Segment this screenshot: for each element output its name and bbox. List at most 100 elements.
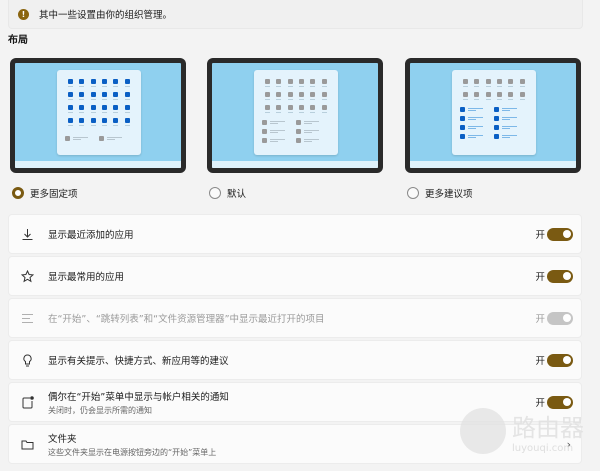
pin-tile (460, 92, 471, 100)
pin-tile (88, 79, 99, 87)
pin-tile (122, 92, 133, 100)
setting-label: 偶尔在“开始”菜单中显示与帐户相关的通知 (48, 391, 229, 403)
pin-tile (505, 79, 516, 87)
toggle-state: 开 (535, 356, 545, 367)
pin-tile (110, 118, 121, 126)
pin-tile (99, 118, 110, 126)
pin-tile (110, 105, 121, 113)
layout-preview-2[interactable] (207, 58, 383, 173)
chevron-right-icon: › (566, 437, 571, 451)
start-menu-preview (452, 70, 536, 155)
recently-added-toggle[interactable] (547, 227, 573, 241)
pin-tile (273, 92, 284, 100)
recommended-item (494, 134, 528, 139)
pin-tile (76, 105, 87, 113)
layout-label: 更多建议项 (425, 189, 473, 200)
recommended-item (296, 120, 330, 125)
folders-label: 文件夹 (48, 433, 77, 445)
radio-circle[interactable] (407, 187, 419, 199)
pin-tile (296, 92, 307, 100)
most-used-toggle[interactable] (547, 269, 573, 283)
preview-screen (410, 63, 576, 168)
pin-tile (505, 92, 516, 100)
setting-label: 显示最常用的应用 (48, 272, 125, 283)
info-icon: ! (18, 8, 29, 20)
list-icon (20, 311, 34, 325)
pin-tile (65, 79, 76, 87)
pin-tile (285, 92, 296, 100)
pin-tile (110, 92, 121, 100)
recommended-item (460, 134, 494, 139)
recommended-item (296, 129, 330, 134)
start-menu-preview (57, 70, 141, 155)
layout-radio-2[interactable]: 默认 (209, 186, 246, 200)
folders-link[interactable]: 文件夹这些文件夹显示在电源按钮旁边的“开始”菜单上 › (8, 424, 582, 464)
pin-tile (319, 105, 330, 113)
folders-sublabel: 这些文件夹显示在电源按钮旁边的“开始”菜单上 (48, 447, 217, 457)
layout-radio-1[interactable]: 更多固定项 (12, 186, 78, 200)
pin-tile (319, 92, 330, 100)
pin-tile (122, 105, 133, 113)
setting-account-notifications: 偶尔在“开始”菜单中显示与帐户相关的通知 关闭时，仍会显示所需的通知 开 (8, 382, 582, 422)
pin-tile (319, 79, 330, 87)
recommended-item (296, 138, 330, 143)
pin-tile (88, 105, 99, 113)
setting-label: 在“开始”、“跳转列表”和“文件资源管理器”中显示最近打开的项目 (48, 314, 325, 325)
tips-toggle[interactable] (547, 353, 573, 367)
toggle-state: 开 (535, 272, 545, 283)
recommended-item (460, 125, 494, 130)
setting-sublabel: 关闭时，仍会显示所需的通知 (48, 405, 152, 415)
recommended-item (99, 136, 133, 141)
layout-preview-1[interactable] (10, 58, 186, 173)
pin-tile (99, 79, 110, 87)
pin-tile (494, 92, 505, 100)
pin-tile (76, 79, 87, 87)
layout-preview-3[interactable] (405, 58, 581, 173)
toggle-state: 开 (535, 230, 545, 241)
pin-tile (517, 92, 528, 100)
star-icon (20, 269, 34, 283)
pin-tile (88, 118, 99, 126)
pin-tile (99, 92, 110, 100)
setting-tips: 显示有关提示、快捷方式、新应用等的建议 开 (8, 340, 582, 380)
setting-label: 显示最近添加的应用 (48, 230, 134, 241)
pin-tile (307, 92, 318, 100)
recommended-item (262, 120, 296, 125)
recommended-item (460, 107, 494, 112)
notification-icon (20, 395, 34, 409)
pin-tile (273, 105, 284, 113)
pin-tile (483, 92, 494, 100)
pin-tile (122, 79, 133, 87)
managed-by-org-banner: ! 其中一些设置由你的组织管理。 (8, 0, 583, 29)
start-menu-preview (254, 70, 338, 155)
preview-screen (212, 63, 378, 168)
account-notifications-toggle[interactable] (547, 395, 573, 409)
pin-tile (76, 118, 87, 126)
pin-tile (88, 92, 99, 100)
pin-tile (262, 105, 273, 113)
recommended-item (262, 129, 296, 134)
pin-tile (296, 79, 307, 87)
layout-label: 更多固定项 (30, 189, 78, 200)
radio-circle[interactable] (12, 187, 24, 199)
recommended-item (494, 107, 528, 112)
pin-tile (471, 79, 482, 87)
toggle-state: 开 (535, 398, 545, 409)
pin-tile (99, 105, 110, 113)
recommended-item (494, 125, 528, 130)
recommended-item (494, 116, 528, 121)
recent-items-toggle[interactable] (547, 311, 573, 325)
setting-most-used: 显示最常用的应用 开 (8, 256, 582, 296)
setting-recent-items: 在“开始”、“跳转列表”和“文件资源管理器”中显示最近打开的项目 开 (8, 298, 582, 338)
pin-tile (285, 79, 296, 87)
radio-circle[interactable] (209, 187, 221, 199)
pin-tile (65, 105, 76, 113)
folder-icon (20, 437, 34, 451)
pin-tile (307, 79, 318, 87)
pin-tile (76, 92, 87, 100)
layout-radio-3[interactable]: 更多建议项 (407, 186, 473, 200)
preview-screen (15, 63, 181, 168)
pin-tile (307, 105, 318, 113)
download-icon (20, 227, 34, 241)
pin-tile (471, 92, 482, 100)
